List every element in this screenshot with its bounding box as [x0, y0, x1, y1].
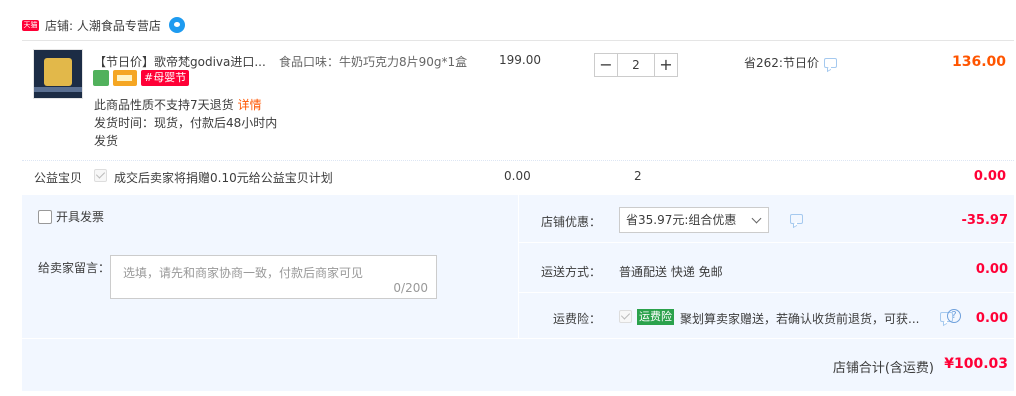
- festival-badge: #母婴节: [141, 70, 190, 86]
- left-panel: 开具发票 给卖家留言： 选填，请先和商家协商一致，付款后商家可见 0/200: [22, 195, 518, 338]
- insurance-checkbox: [619, 310, 632, 323]
- shop-header: 天猫 店铺: 人潮食品专营店: [22, 14, 185, 36]
- credit-card-icon: [113, 70, 137, 86]
- increase-button[interactable]: +: [654, 53, 678, 77]
- discount-select[interactable]: 省35.97元:组合优惠: [619, 207, 769, 233]
- charity-row: 公益宝贝 成交后卖家将捐赠0.10元给公益宝贝计划 0.00 2 0.00: [22, 161, 1014, 195]
- decrease-button[interactable]: −: [594, 53, 618, 77]
- ship-time: 发货时间：现货，付款后48小时内发货: [94, 116, 278, 148]
- shipping-method: 普通配送 快递 免邮: [619, 265, 723, 279]
- memo-placeholder: 选填，请先和商家协商一致，付款后商家可见: [123, 266, 364, 280]
- insurance-badge: 运费险: [637, 309, 674, 325]
- summary-total: ¥100.03: [944, 356, 1008, 372]
- shop-name[interactable]: 店铺: 人潮食品专营店: [45, 17, 161, 34]
- invoice-option[interactable]: 开具发票: [38, 208, 104, 225]
- memo-input[interactable]: 选填，请先和商家协商一致，付款后商家可见 0/200: [110, 255, 437, 299]
- item-row: 【节日价】歌帝梵godiva进口... #母婴节 此商品性质不支持7天退货 详情 …: [22, 41, 1014, 161]
- memo-count: 0/200: [393, 281, 428, 295]
- detail-link[interactable]: 详情: [238, 98, 262, 112]
- help-icon[interactable]: ?: [947, 309, 961, 323]
- insurance-row: 运费险： 运费险 聚划算卖家赠送，若确认收货前退货，可获... ? 0.00: [519, 293, 1015, 338]
- product-thumbnail[interactable]: [33, 49, 83, 99]
- guarantee-icon: [93, 70, 109, 86]
- insurance-amount: 0.00: [975, 311, 1008, 326]
- shipping-row: 运送方式： 普通配送 快递 免邮 0.00: [519, 243, 1015, 293]
- shipping-label: 运送方式：: [541, 265, 602, 279]
- order-block: 【节日价】歌帝梵godiva进口... #母婴节 此商品性质不支持7天退货 详情 …: [22, 40, 1015, 391]
- unit-price: 199.00: [499, 53, 541, 67]
- product-badges: #母婴节: [93, 70, 190, 86]
- product-flavor: 食品口味：牛奶巧克力8片90g*1盒: [279, 55, 468, 69]
- charity-total: 0.00: [973, 169, 1006, 184]
- insurance-text: 聚划算卖家赠送，若确认收货前退货，可获...: [680, 312, 920, 326]
- shipping-amount: 0.00: [975, 262, 1008, 277]
- product-title[interactable]: 【节日价】歌帝梵godiva进口...: [94, 53, 272, 70]
- no-return-notice: 此商品性质不支持7天退货 详情: [94, 98, 262, 112]
- shop-summary: 店铺合计(含运费) ¥100.03: [22, 338, 1014, 391]
- message-icon[interactable]: [790, 214, 803, 224]
- chat-seller-icon[interactable]: [168, 17, 185, 33]
- item-total: 136.00: [951, 54, 1006, 70]
- discount-amount: -35.97: [961, 213, 1008, 228]
- insurance-label: 运费险：: [553, 312, 602, 326]
- memo-label: 给卖家留言：: [38, 261, 111, 275]
- quantity-input[interactable]: 2: [618, 53, 654, 77]
- charity-qty: 2: [634, 169, 642, 183]
- discount-row: 店铺优惠： 省35.97元:组合优惠 -35.97: [519, 195, 1015, 243]
- charity-price: 0.00: [504, 169, 531, 183]
- invoice-label: 开具发票: [56, 210, 105, 224]
- chevron-down-icon: [751, 213, 762, 224]
- charity-text: 成交后卖家将捐赠0.10元给公益宝贝计划: [114, 171, 333, 185]
- charity-checkbox: [94, 169, 107, 182]
- order-options: 开具发票 给卖家留言： 选填，请先和商家协商一致，付款后商家可见 0/200 店…: [22, 195, 1015, 391]
- discount-label: 店铺优惠：: [541, 215, 602, 229]
- tmall-badge-icon: 天猫: [22, 19, 39, 31]
- charity-label: 公益宝贝: [34, 171, 83, 185]
- invoice-checkbox[interactable]: [38, 209, 52, 224]
- quantity-stepper: − 2 +: [594, 53, 678, 77]
- right-panel: 店铺优惠： 省35.97元:组合优惠 -35.97 运送方式： 普通配送 快递 …: [518, 195, 1015, 338]
- item-promo: 省262:节日价: [744, 54, 837, 71]
- message-icon[interactable]: [823, 57, 837, 68]
- summary-label: 店铺合计(含运费): [832, 361, 934, 376]
